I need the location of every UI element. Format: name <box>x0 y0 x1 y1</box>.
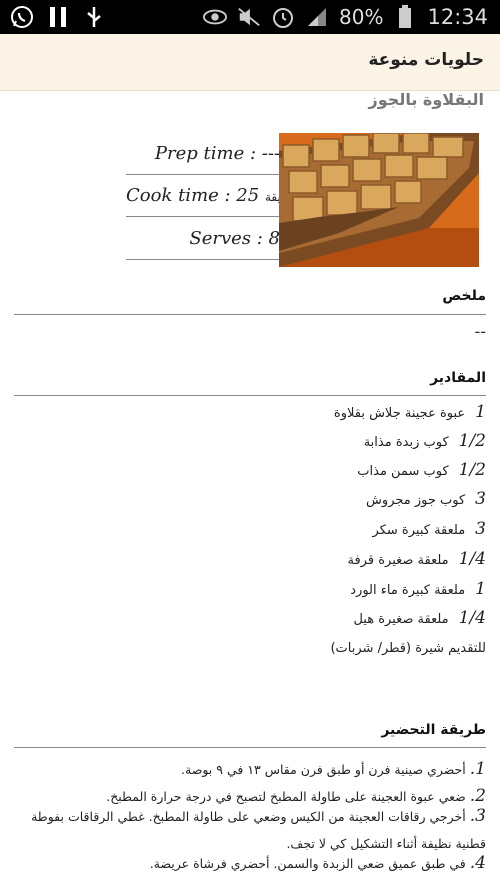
recipe-name: البقلاوة بالجوز <box>368 90 484 109</box>
divider <box>14 395 486 396</box>
direction-step: 1.أحضري صينية فرن أو طبق فرن مقاس ١٣ في … <box>181 759 486 779</box>
directions-title: طريقة التحضير <box>381 722 486 738</box>
divider <box>14 747 486 748</box>
cook-time-label: Cook time : 25 <box>126 185 260 206</box>
eye-icon <box>203 5 228 29</box>
pause-icon <box>46 5 70 29</box>
ingredient-item: 3كوب جوز مجروش <box>366 489 486 509</box>
cook-time-unit: دقيقة <box>264 190 280 204</box>
prep-time: Prep time : --- <box>154 143 280 164</box>
clock: 12:34 <box>427 5 488 29</box>
serves: Serves : 8 <box>189 228 280 249</box>
signal-icon <box>305 5 329 29</box>
ingredient-item: 1ملعقة كبيرة ماء الورد <box>350 579 486 599</box>
page-title: حلويات منوعة <box>368 50 484 70</box>
status-right-icons: 80% 12:34 <box>203 5 488 29</box>
summary-title: ملخص <box>442 288 486 304</box>
ingredient-item: 1/4ملعقة صغيرة هيل <box>353 608 486 628</box>
cook-time: Cook time : 25 دقيقة <box>126 185 280 206</box>
mute-icon <box>237 5 261 29</box>
direction-step: 3.أخرجي رقاقات العجينة من الكيس وضعي على… <box>31 806 486 851</box>
battery-icon <box>393 5 417 29</box>
serving-note: للتقديم شيرة (قطر/ شربات) <box>330 641 486 656</box>
alarm-icon <box>271 5 295 29</box>
ingredient-item: 1/2كوب سمن مذاب <box>357 460 486 480</box>
ingredient-item: 3ملعقة كبيرة سكر <box>372 519 486 539</box>
summary-text: -- <box>474 322 486 341</box>
app-bar: حلويات منوعة <box>0 34 500 91</box>
status-bar: 80% 12:34 <box>0 0 500 34</box>
ingredients-title: المقادير <box>430 370 486 386</box>
whatsapp-icon <box>10 5 34 29</box>
divider <box>126 174 280 175</box>
scroll-fade <box>0 870 500 889</box>
divider <box>14 314 486 315</box>
ingredient-item: 1/2كوب زبدة مذابة <box>363 431 486 451</box>
recipe-photo <box>279 133 479 267</box>
divider <box>126 216 280 217</box>
battery-percent: 80% <box>339 5 384 29</box>
status-left-icons <box>10 5 106 29</box>
ingredient-item: 1عبوة عجينة جلاش بقلاوة <box>333 402 486 422</box>
usb-icon <box>82 5 106 29</box>
ingredient-item: 1/4ملعقة صغيرة قرفة <box>347 549 487 569</box>
divider <box>126 259 280 260</box>
